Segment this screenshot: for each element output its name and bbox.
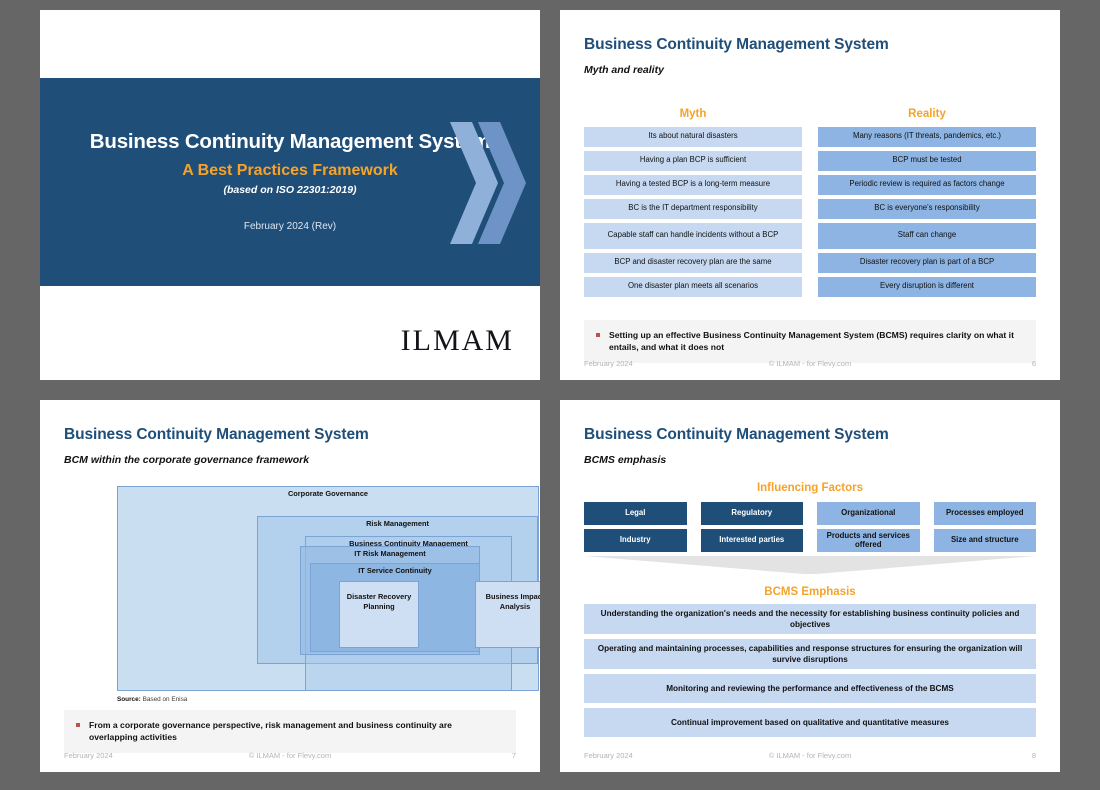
page-subtitle: Myth and reality — [584, 63, 664, 76]
page-title: Business Continuity Management System — [584, 426, 889, 443]
footer-copyright: © ILMAM - for Flevy.com — [768, 750, 852, 760]
diagram-label: Corporate Governance — [287, 489, 369, 498]
footer-date: February 2024 — [584, 750, 633, 760]
source-value: Based on Enisa — [140, 696, 188, 703]
diagram-box-business-impact-analysis: Business Impact Analysis — [475, 581, 540, 648]
slide-governance-framework[interactable]: Business Continuity Management System BC… — [40, 400, 540, 772]
influencing-factor-cell: Size and structure — [933, 529, 1036, 552]
influencing-factor-cell: Regulatory — [700, 502, 803, 525]
reality-cell: BCP must be tested — [818, 150, 1036, 171]
influencing-factor-cell: Products and services offered — [817, 529, 920, 552]
footer-copyright: © ILMAM - for Flevy.com — [768, 358, 852, 368]
myth-cell: Having a plan BCP is sufficient — [584, 150, 802, 171]
influencing-factor-cell: Interested parties — [700, 529, 803, 552]
ilmam-logo: ILMAM — [400, 324, 514, 357]
myth-column: Myth Its about natural disasters Having … — [584, 108, 802, 301]
slide-footer: February 2024 © ILMAM - for Flevy.com 6 — [584, 355, 1036, 371]
influencing-factors-grid: Legal Regulatory Organizational Processe… — [584, 502, 1036, 552]
footer-date: February 2024 — [64, 750, 113, 760]
bcms-emphasis-item: Continual improvement based on qualitati… — [584, 708, 1036, 738]
diagram-label: Business Impact Analysis — [485, 592, 540, 611]
title-band: Business Continuity Management System A … — [40, 78, 540, 286]
callout-text: From a corporate governance perspective,… — [89, 720, 452, 743]
footer-copyright: © ILMAM - for Flevy.com — [248, 750, 332, 760]
presentation-subtitle: A Best Practices Framework — [182, 161, 398, 179]
diagram-label: Risk Management — [366, 519, 429, 528]
slide-footer: February 2024 © ILMAM - for Flevy.com 7 — [64, 747, 516, 763]
influencing-factors-header: Influencing Factors — [756, 482, 864, 494]
page-subtitle: BCM within the corporate governance fram… — [64, 453, 310, 466]
page-title: Business Continuity Management System — [584, 36, 889, 53]
source-label: Source: — [117, 696, 141, 703]
diagram-box-disaster-recovery-planning: Disaster Recovery Planning — [339, 581, 419, 648]
slide-deck: Business Continuity Management System A … — [0, 0, 1100, 790]
footer-date: February 2024 — [584, 358, 633, 368]
myth-cell: BC is the IT department responsibility — [584, 198, 802, 219]
myth-column-header: Myth — [679, 108, 707, 120]
reality-cell: Many reasons (IT threats, pandemics, etc… — [818, 126, 1036, 147]
diagram-label: IT Risk Management — [354, 549, 426, 558]
funnel-arrow-icon — [584, 556, 1036, 574]
bcms-emphasis-item: Monitoring and reviewing the performance… — [584, 674, 1036, 704]
influencing-factor-cell: Processes employed — [933, 502, 1036, 525]
diagram-label: IT Service Continuity — [358, 566, 432, 575]
source-note: Source: Based on Enisa — [117, 696, 187, 703]
footer-page-number: 8 — [1031, 750, 1036, 760]
bcms-emphasis-list: Understanding the organization's needs a… — [584, 604, 1036, 738]
callout-text: Setting up an effective Business Continu… — [609, 330, 1014, 353]
chevron-group — [450, 122, 528, 244]
influencing-factor-cell: Legal — [584, 502, 687, 525]
reality-column-header: Reality — [908, 108, 946, 120]
myth-cell: BCP and disaster recovery plan are the s… — [584, 252, 802, 273]
bullet-square-icon — [76, 723, 80, 727]
bcms-emphasis-item: Understanding the organization's needs a… — [584, 604, 1036, 635]
reality-cell: Disaster recovery plan is part of a BCP — [818, 252, 1036, 273]
slide-myth-and-reality[interactable]: Business Continuity Management System My… — [560, 10, 1060, 380]
iso-reference: (based on ISO 22301:2019) — [223, 184, 357, 197]
presentation-date: February 2024 (Rev) — [243, 220, 337, 232]
myth-reality-table: Myth Its about natural disasters Having … — [584, 108, 1036, 301]
influencing-factor-cell: Industry — [584, 529, 687, 552]
myth-cell: Having a tested BCP is a long-term measu… — [584, 174, 802, 195]
reality-cell: BC is everyone's responsibility — [818, 198, 1036, 219]
page-subtitle: BCMS emphasis — [584, 453, 667, 466]
footer-page-number: 6 — [1031, 358, 1036, 368]
myth-cell: Capable staff can handle incidents witho… — [584, 222, 802, 249]
slide-footer: February 2024 © ILMAM - for Flevy.com 8 — [584, 747, 1036, 763]
page-title: Business Continuity Management System — [64, 426, 369, 443]
reality-cell: Staff can change — [818, 222, 1036, 249]
reality-cell: Every disruption is different — [818, 276, 1036, 297]
chevron-right-icon-2 — [478, 122, 526, 244]
bcms-emphasis-item: Operating and maintaining processes, cap… — [584, 639, 1036, 670]
myth-cell: One disaster plan meets all scenarios — [584, 276, 802, 297]
bcms-emphasis-header: BCMS Emphasis — [764, 586, 856, 598]
slide-title[interactable]: Business Continuity Management System A … — [40, 10, 540, 380]
bullet-square-icon — [596, 333, 600, 337]
reality-cell: Periodic review is required as factors c… — [818, 174, 1036, 195]
presentation-title: Business Continuity Management System — [89, 130, 491, 154]
influencing-factor-cell: Organizational — [817, 502, 920, 525]
diagram-label: Disaster Recovery Planning — [346, 592, 412, 611]
slide-bcms-emphasis[interactable]: Business Continuity Management System BC… — [560, 400, 1060, 772]
myth-cell: Its about natural disasters — [584, 126, 802, 147]
governance-nested-diagram: Corporate Governance Risk Management Bus… — [117, 486, 540, 691]
reality-column: Reality Many reasons (IT threats, pandem… — [818, 108, 1036, 301]
footer-page-number: 7 — [511, 750, 516, 760]
